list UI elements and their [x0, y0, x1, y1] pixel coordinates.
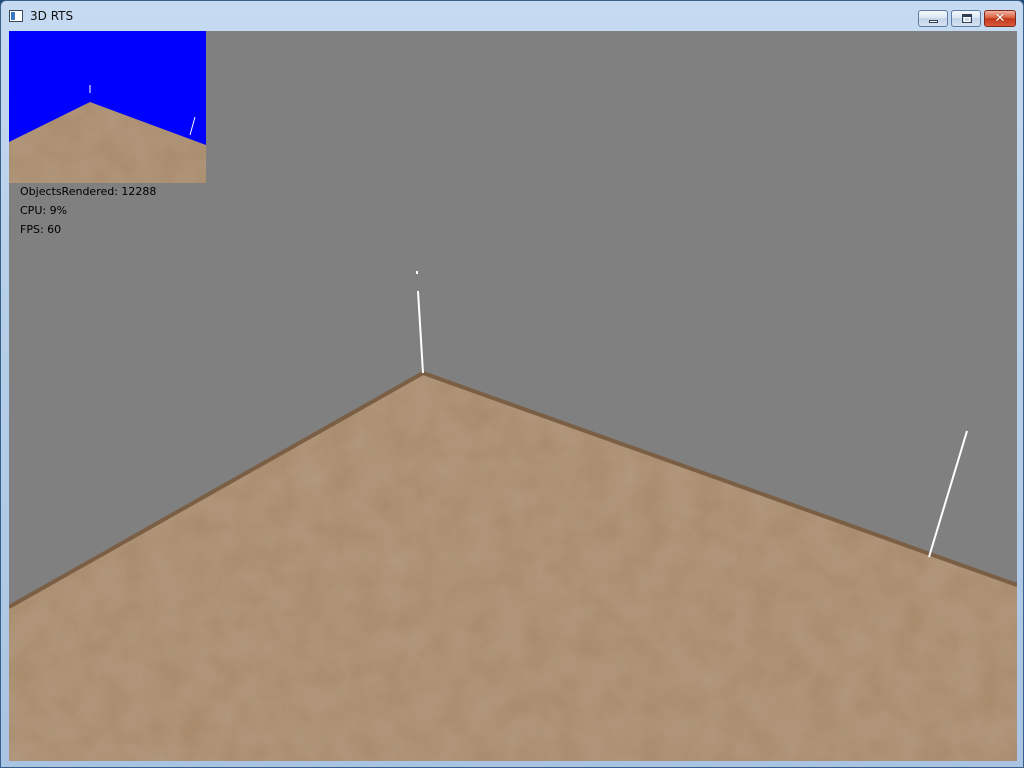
unit-line-center — [417, 290, 424, 374]
title-bar[interactable]: 3D RTS ✕ — [1, 1, 1023, 30]
objects-rendered-label: ObjectsRendered: 12288 — [20, 185, 157, 198]
minimap-view — [9, 31, 206, 183]
terrain-plane — [9, 373, 1017, 761]
close-icon: ✕ — [994, 11, 1006, 26]
minimize-button[interactable] — [918, 10, 948, 27]
cpu-label: CPU: 9% — [20, 204, 68, 217]
minimize-icon — [929, 20, 938, 23]
minimap[interactable] — [9, 31, 206, 183]
close-button[interactable]: ✕ — [984, 10, 1016, 27]
app-window: 3D RTS ✕ ObjectsRendered: 12288 CPU: 9% … — [0, 0, 1024, 768]
maximize-icon — [962, 14, 972, 23]
maximize-button[interactable] — [951, 10, 981, 27]
game-viewport[interactable]: ObjectsRendered: 12288 CPU: 9% FPS: 60 — [9, 31, 1017, 761]
unit-line-right — [928, 430, 968, 558]
window-title: 3D RTS — [30, 9, 74, 23]
app-icon — [9, 10, 23, 22]
fps-label: FPS: 60 — [20, 223, 62, 236]
